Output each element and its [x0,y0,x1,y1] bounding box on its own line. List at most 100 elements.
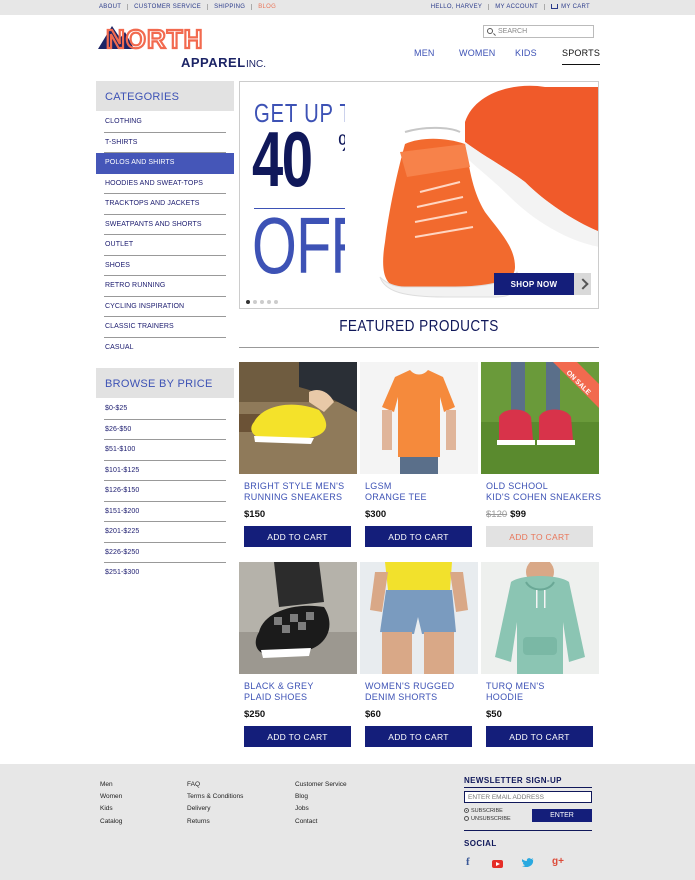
footer-link[interactable]: Jobs [295,803,347,815]
footer-link[interactable]: Kids [100,803,122,815]
product-image-red-sneakers[interactable]: ON SALE [481,362,599,474]
product-card[interactable]: WOMEN'S RUGGED DENIM SHORTS $60 ADD TO CA… [360,562,478,747]
category-item[interactable]: SWEATPANTS AND SHORTS [96,215,234,236]
product-card[interactable]: TURQ MEN'S HOODIE $50 ADD TO CART [481,562,599,747]
add-to-cart-button[interactable]: ADD TO CART [365,726,472,747]
category-item[interactable]: CLASSIC TRAINERS [96,317,234,338]
product-name[interactable]: TURQ MEN'S HOODIE [486,681,599,702]
north-apparel-logo[interactable]: NORTH APPAREL INC. [98,24,278,69]
my-cart-label: MY CART [561,4,590,10]
product-name[interactable]: BLACK & GREY PLAID SHOES [244,681,357,702]
about-link[interactable]: ABOUT [99,4,127,10]
nav-kids[interactable]: KIDS [515,48,537,58]
category-item[interactable]: POLOS AND SHIRTS [96,153,234,174]
footer-link[interactable]: Returns [187,816,243,828]
category-item[interactable]: RETRO RUNNING [96,276,234,297]
product-card[interactable]: ON SALE OLD SCHOOL KID'S COHEN SNEAKERS $… [481,362,602,547]
price-range-item[interactable]: $51-$100 [96,440,234,461]
price-range-item[interactable]: $151-$200 [96,502,234,523]
product-card[interactable]: LGSM ORANGE TEE $300 ADD TO CART [360,362,478,547]
price-range-item[interactable]: $126-$150 [96,481,234,502]
nav-sports[interactable]: SPORTS [562,48,601,65]
product-name-line2: PLAID SHOES [244,691,308,702]
nav-women[interactable]: WOMEN [459,48,496,58]
category-item[interactable]: TRACKTOPS AND JACKETS [96,194,234,215]
product-name-line2: KID'S COHEN SNEAKERS [486,491,602,502]
price-range-item[interactable]: $26-$50 [96,420,234,441]
price-range-item[interactable]: $226-$250 [96,543,234,564]
slide-dot[interactable] [274,300,278,304]
enter-button[interactable]: ENTER [532,809,592,822]
shop-now-button[interactable]: SHOP NOW [494,273,574,295]
category-item[interactable]: T-SHIRTS [96,133,234,154]
social-heading: SOCIAL [464,839,497,848]
facebook-icon[interactable]: f [466,856,470,868]
footer-link[interactable]: Terms & Conditions [187,791,243,803]
googleplus-icon[interactable]: g+ [552,856,564,867]
search-input[interactable]: SEARCH [483,25,594,38]
product-image-denim-shorts[interactable] [360,562,478,674]
add-to-cart-button-disabled[interactable]: ADD TO CART [486,526,593,547]
product-old-price: $120 [486,509,508,520]
add-to-cart-button[interactable]: ADD TO CART [365,526,472,547]
subscribe-radio[interactable]: SUBSCRIBE [464,808,503,814]
footer-link[interactable]: Customer Service [295,779,347,791]
price-range-item[interactable]: $251-$300 [96,563,234,584]
slide-dot[interactable] [267,300,271,304]
footer-col-shop: Men Women Kids Catalog [100,779,122,828]
product-name[interactable]: OLD SCHOOL KID'S COHEN SNEAKERS [486,481,602,502]
price-range-item[interactable]: $201-$225 [96,522,234,543]
category-item[interactable]: CASUAL [96,338,234,359]
product-image-orange-tee[interactable] [360,362,478,474]
footer-link[interactable]: Men [100,779,122,791]
product-name-line1: BLACK & GREY [244,681,314,691]
my-cart-link[interactable]: MY CART [544,4,596,10]
utility-links: ABOUT CUSTOMER SERVICE SHIPPING BLOG [99,4,282,10]
price-range-item[interactable]: $101-$125 [96,461,234,482]
next-slide-arrow[interactable] [574,273,591,295]
email-input[interactable]: ENTER EMAIL ADDRESS [464,791,592,803]
product-card[interactable]: BRIGHT STYLE MEN'S RUNNING SNEAKERS $150 … [239,362,357,547]
product-price: $300 [365,509,387,520]
footer-link[interactable]: Delivery [187,803,243,815]
product-price: $250 [244,709,266,720]
category-item[interactable]: CLOTHING [96,112,234,133]
my-account-link[interactable]: MY ACCOUNT [488,4,544,10]
product-name-line1: BRIGHT STYLE MEN'S [244,481,345,491]
add-to-cart-button[interactable]: ADD TO CART [244,726,351,747]
category-item[interactable]: OUTLET [96,235,234,256]
twitter-icon[interactable] [521,858,534,871]
footer-link[interactable]: Contact [295,816,347,828]
add-to-cart-button[interactable]: ADD TO CART [244,526,351,547]
price-range-item[interactable]: $0-$25 [96,399,234,420]
categories-heading: CATEGORIES [96,81,234,111]
slide-dot[interactable] [260,300,264,304]
product-name[interactable]: LGSM ORANGE TEE [365,481,478,502]
slide-dot[interactable] [253,300,257,304]
nav-men[interactable]: MEN [414,48,435,58]
product-image-turq-hoodie[interactable] [481,562,599,674]
slide-dot[interactable] [246,300,250,304]
product-name[interactable]: BRIGHT STYLE MEN'S RUNNING SNEAKERS [244,481,357,502]
product-name[interactable]: WOMEN'S RUGGED DENIM SHORTS [365,681,478,702]
youtube-icon[interactable] [492,859,503,871]
category-item[interactable]: SHOES [96,256,234,277]
category-item[interactable]: HOODIES AND SWEAT-TOPS [96,174,234,195]
footer-link[interactable]: Catalog [100,816,122,828]
shipping-link[interactable]: SHIPPING [207,4,251,10]
hero-banner[interactable]: GET UP TO 40 % OFF SHOP NOW [239,81,599,309]
footer-link[interactable]: FAQ [187,779,243,791]
add-to-cart-button[interactable]: ADD TO CART [486,726,593,747]
greeting-text: HELLO, HARVEY [430,4,483,10]
product-card[interactable]: BLACK & GREY PLAID SHOES $250 ADD TO CART [239,562,357,747]
product-image-yellow-sneakers[interactable] [239,362,357,474]
unsubscribe-radio[interactable]: UNSUBSCRIBE [464,816,511,822]
footer-link[interactable]: Blog [295,791,347,803]
product-image-plaid-shoes[interactable] [239,562,357,674]
blog-link[interactable]: BLOG [251,4,282,10]
product-name-line1: WOMEN'S RUGGED [365,681,455,691]
product-price: $60 [365,709,381,720]
category-item[interactable]: CYCLING INSPIRATION [96,297,234,318]
footer-link[interactable]: Women [100,791,122,803]
customer-service-link[interactable]: CUSTOMER SERVICE [127,4,207,10]
